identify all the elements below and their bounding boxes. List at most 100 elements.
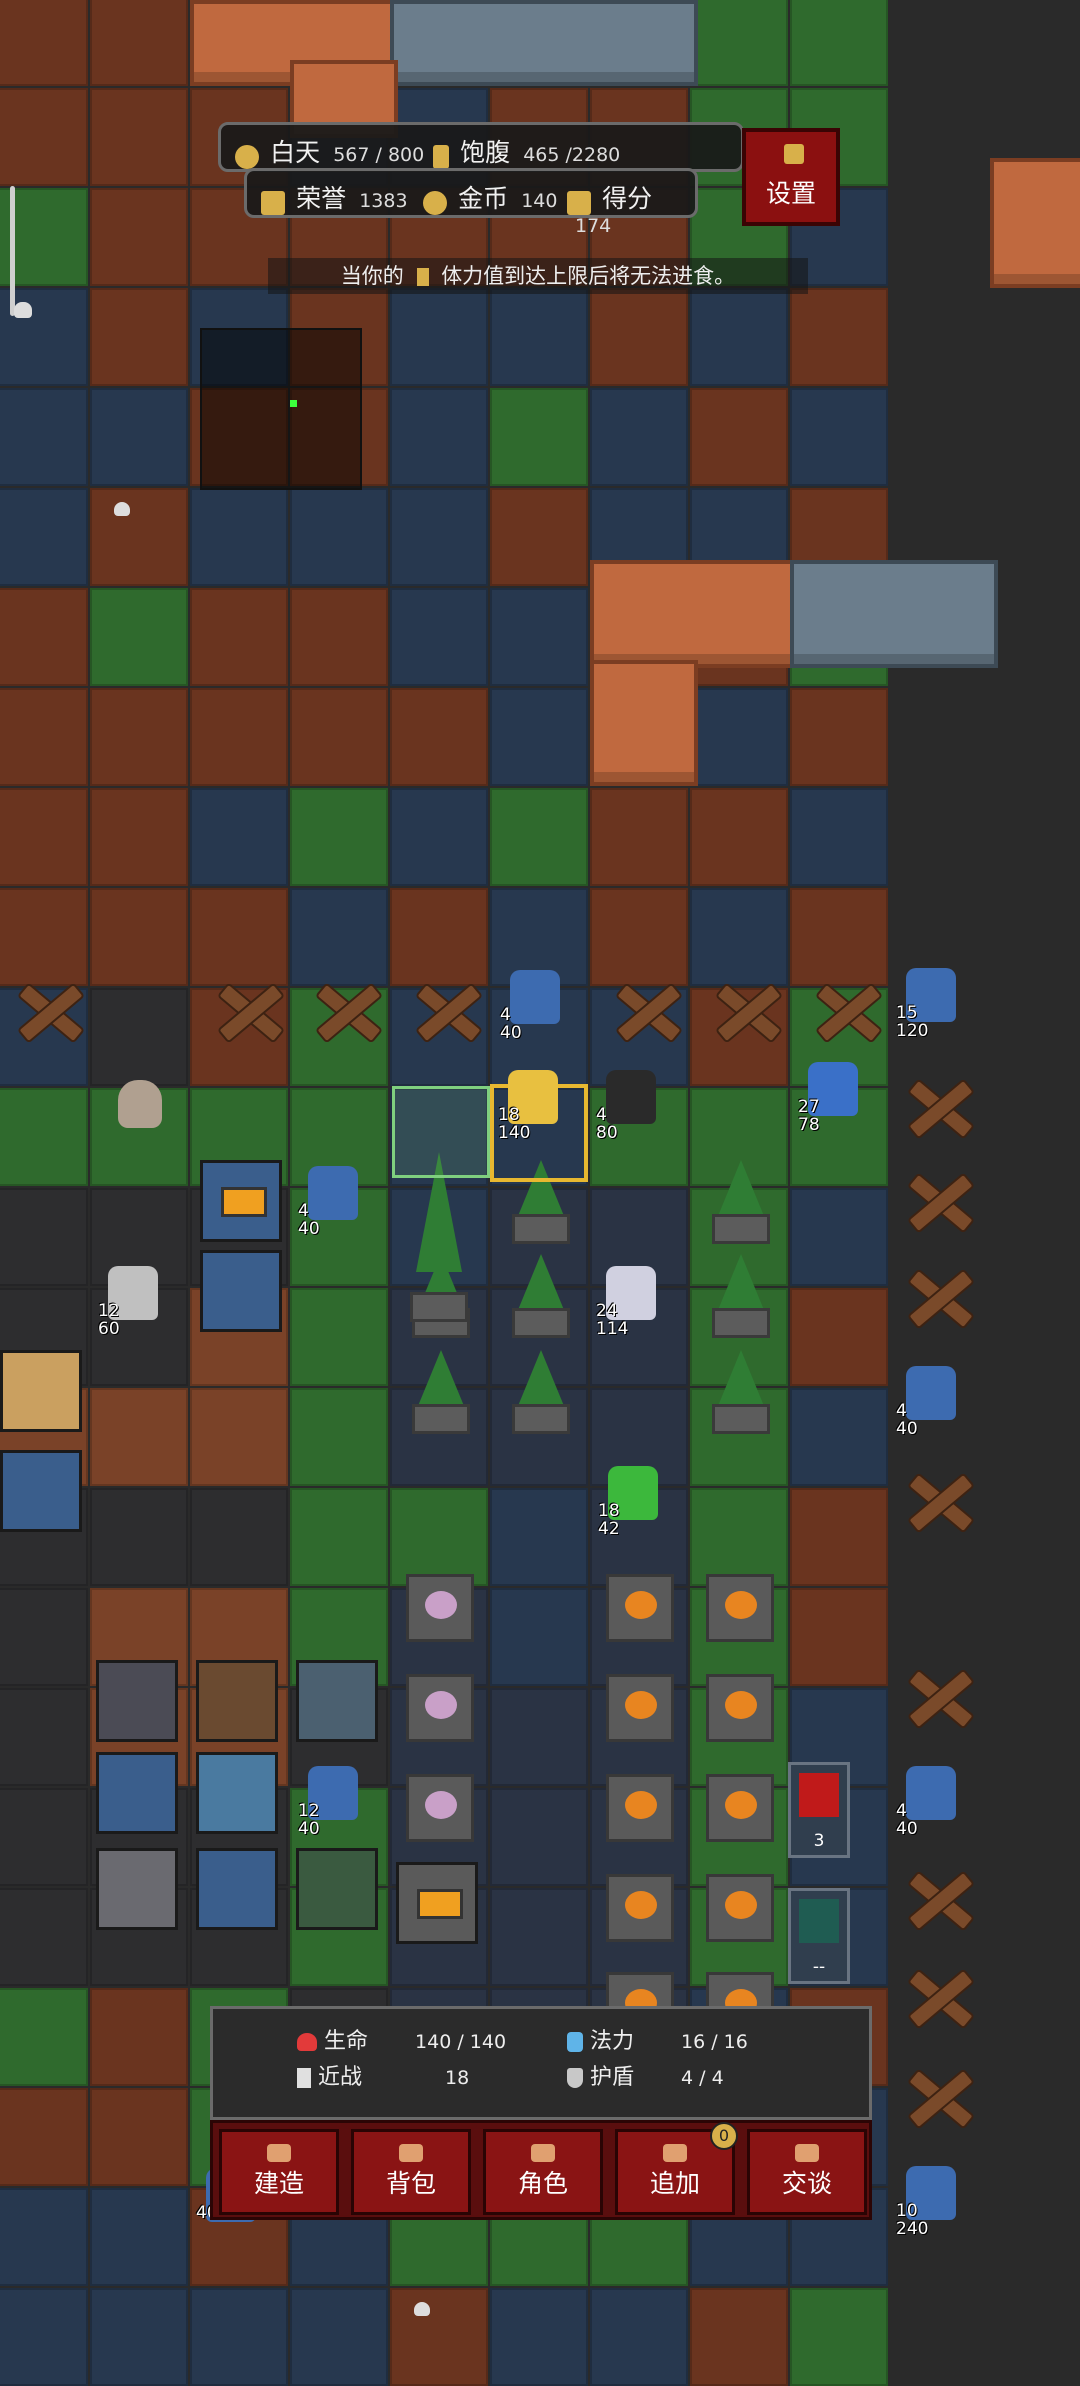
score-label: 得分 <box>602 184 653 213</box>
talk-label: 交谈 <box>781 2169 832 2198</box>
terrain-tile <box>790 788 888 886</box>
unit-guard-bottom-left[interactable]: 12 40 <box>298 1762 368 1838</box>
workbench-building[interactable] <box>196 1660 278 1742</box>
unit-elf-green[interactable]: 18 42 <box>598 1462 668 1538</box>
turnip-crop[interactable] <box>406 1674 474 1742</box>
terrain-tile <box>790 2288 888 2386</box>
talk-button[interactable]: 交谈 <box>747 2129 867 2215</box>
pumpkin-icon <box>625 1591 657 1619</box>
planter-box <box>410 1292 468 1322</box>
pumpkin-crop[interactable] <box>606 1674 674 1742</box>
terrain-tile <box>0 488 88 586</box>
build-button[interactable]: 建造 <box>219 2129 339 2215</box>
unit-guard-right-bottom[interactable]: 10 240 <box>896 2162 966 2238</box>
bag-button[interactable]: 背包 <box>351 2129 471 2215</box>
shield-skill-slot[interactable]: -- <box>788 1888 850 1984</box>
pine-tree[interactable] <box>506 1350 576 1434</box>
house-building[interactable] <box>200 1250 282 1332</box>
terrain-tile <box>790 1488 888 1586</box>
turnip-crop[interactable] <box>406 1774 474 1842</box>
unit-mage-silver[interactable]: 24 114 <box>596 1262 666 1338</box>
pumpkin-crop[interactable] <box>606 1574 674 1642</box>
terrain-tile <box>290 488 388 586</box>
terrain-tile <box>490 588 588 686</box>
unit-stats: 4 40 <box>896 1402 918 1438</box>
terrain-tile <box>0 1188 88 1286</box>
unit-attack: 10 <box>896 2201 918 2221</box>
toolbench-building[interactable] <box>296 1660 378 1742</box>
pine-tree[interactable] <box>506 1254 576 1338</box>
minimap[interactable] <box>200 328 362 490</box>
terrain-tile <box>390 688 488 786</box>
pumpkin-crop[interactable] <box>706 1774 774 1842</box>
unit-stats: 4 40 <box>298 1202 320 1238</box>
unit-ally-black-hair[interactable]: 4 80 <box>596 1066 666 1142</box>
hammer-icon <box>267 2144 291 2162</box>
town-hall-building[interactable] <box>0 1450 82 1532</box>
bank-building[interactable] <box>196 1848 278 1930</box>
day-label: 白天 <box>270 138 321 167</box>
unit-attack: 27 <box>798 1097 820 1117</box>
terrain-tile <box>590 288 688 386</box>
unit-elder[interactable]: 12 60 <box>98 1262 168 1338</box>
terrain-tile <box>0 0 88 86</box>
pumpkin-crop[interactable] <box>706 1674 774 1742</box>
unit-guard-right-low[interactable]: 4 40 <box>896 1762 966 1838</box>
machine-building[interactable] <box>96 1848 178 1930</box>
terrain-tile <box>390 588 488 686</box>
tavern-building[interactable] <box>0 1350 82 1432</box>
unit-archer-blue[interactable]: 27 78 <box>798 1058 868 1134</box>
unit-guard-top[interactable]: 4 40 <box>500 966 570 1042</box>
unit-guard-left[interactable]: 4 40 <box>298 1162 368 1238</box>
shield-icon <box>799 1899 839 1943</box>
terrain-tile <box>90 2288 188 2386</box>
turnip-crop[interactable] <box>406 1574 474 1642</box>
terrain-tile <box>490 288 588 386</box>
forge-building[interactable] <box>200 1160 282 1242</box>
pumpkin-crop[interactable] <box>606 1874 674 1942</box>
pine-tree[interactable] <box>706 1254 776 1338</box>
pine-tree[interactable] <box>706 1350 776 1434</box>
gold-label: 金币 <box>458 184 509 213</box>
terrain-tile <box>0 1688 88 1786</box>
terrain-tile <box>490 2288 588 2386</box>
unit-hp: 114 <box>596 1319 629 1339</box>
tip-prefix: 当你的 <box>340 264 404 288</box>
furnace-building[interactable] <box>396 1862 478 1944</box>
attack-skill-slot[interactable]: 3 <box>788 1762 850 1858</box>
terrain-tile <box>790 0 888 86</box>
terrain-tile <box>0 388 88 486</box>
pumpkin-crop[interactable] <box>606 1774 674 1842</box>
pumpkin-icon <box>625 1891 657 1919</box>
fountain-building[interactable] <box>196 1752 278 1834</box>
wooden-fence <box>890 1450 988 1548</box>
terrain-tile <box>490 1488 588 1586</box>
attack-skill-count: 3 <box>813 1831 825 1851</box>
character-button[interactable]: 角色 <box>483 2129 603 2215</box>
scroll-indicator[interactable] <box>10 186 15 316</box>
terrain-tile <box>0 1788 88 1886</box>
terrain-tile <box>90 988 188 1086</box>
turnip-icon <box>425 1791 457 1819</box>
pumpkin-crop[interactable] <box>706 1874 774 1942</box>
unit-hero-blonde[interactable]: 18 140 <box>498 1066 568 1142</box>
hp-label: 生命 <box>324 2029 369 2054</box>
shop-building[interactable] <box>96 1752 178 1834</box>
terrain-tile <box>790 1288 888 1386</box>
unit-guard-right-top[interactable]: 15 120 <box>896 964 966 1040</box>
wooden-fence <box>598 960 696 1058</box>
anvil-building[interactable] <box>96 1660 178 1742</box>
terrain-tile <box>690 688 788 786</box>
terrain-tile <box>90 0 188 86</box>
shrine-building[interactable] <box>296 1848 378 1930</box>
settings-button[interactable]: 设置 <box>742 128 840 226</box>
pumpkin-crop[interactable] <box>706 1574 774 1642</box>
chicken[interactable] <box>118 1080 162 1128</box>
add-button[interactable]: 追加 0 <box>615 2122 738 2215</box>
pine-tree[interactable] <box>406 1350 476 1434</box>
unit-guard-right-mid[interactable]: 4 40 <box>896 1362 966 1438</box>
pine-tree[interactable] <box>706 1160 776 1244</box>
highlight-tile[interactable] <box>392 1086 490 1178</box>
melee-icon <box>297 2068 311 2088</box>
terrain-tile <box>690 2288 788 2386</box>
